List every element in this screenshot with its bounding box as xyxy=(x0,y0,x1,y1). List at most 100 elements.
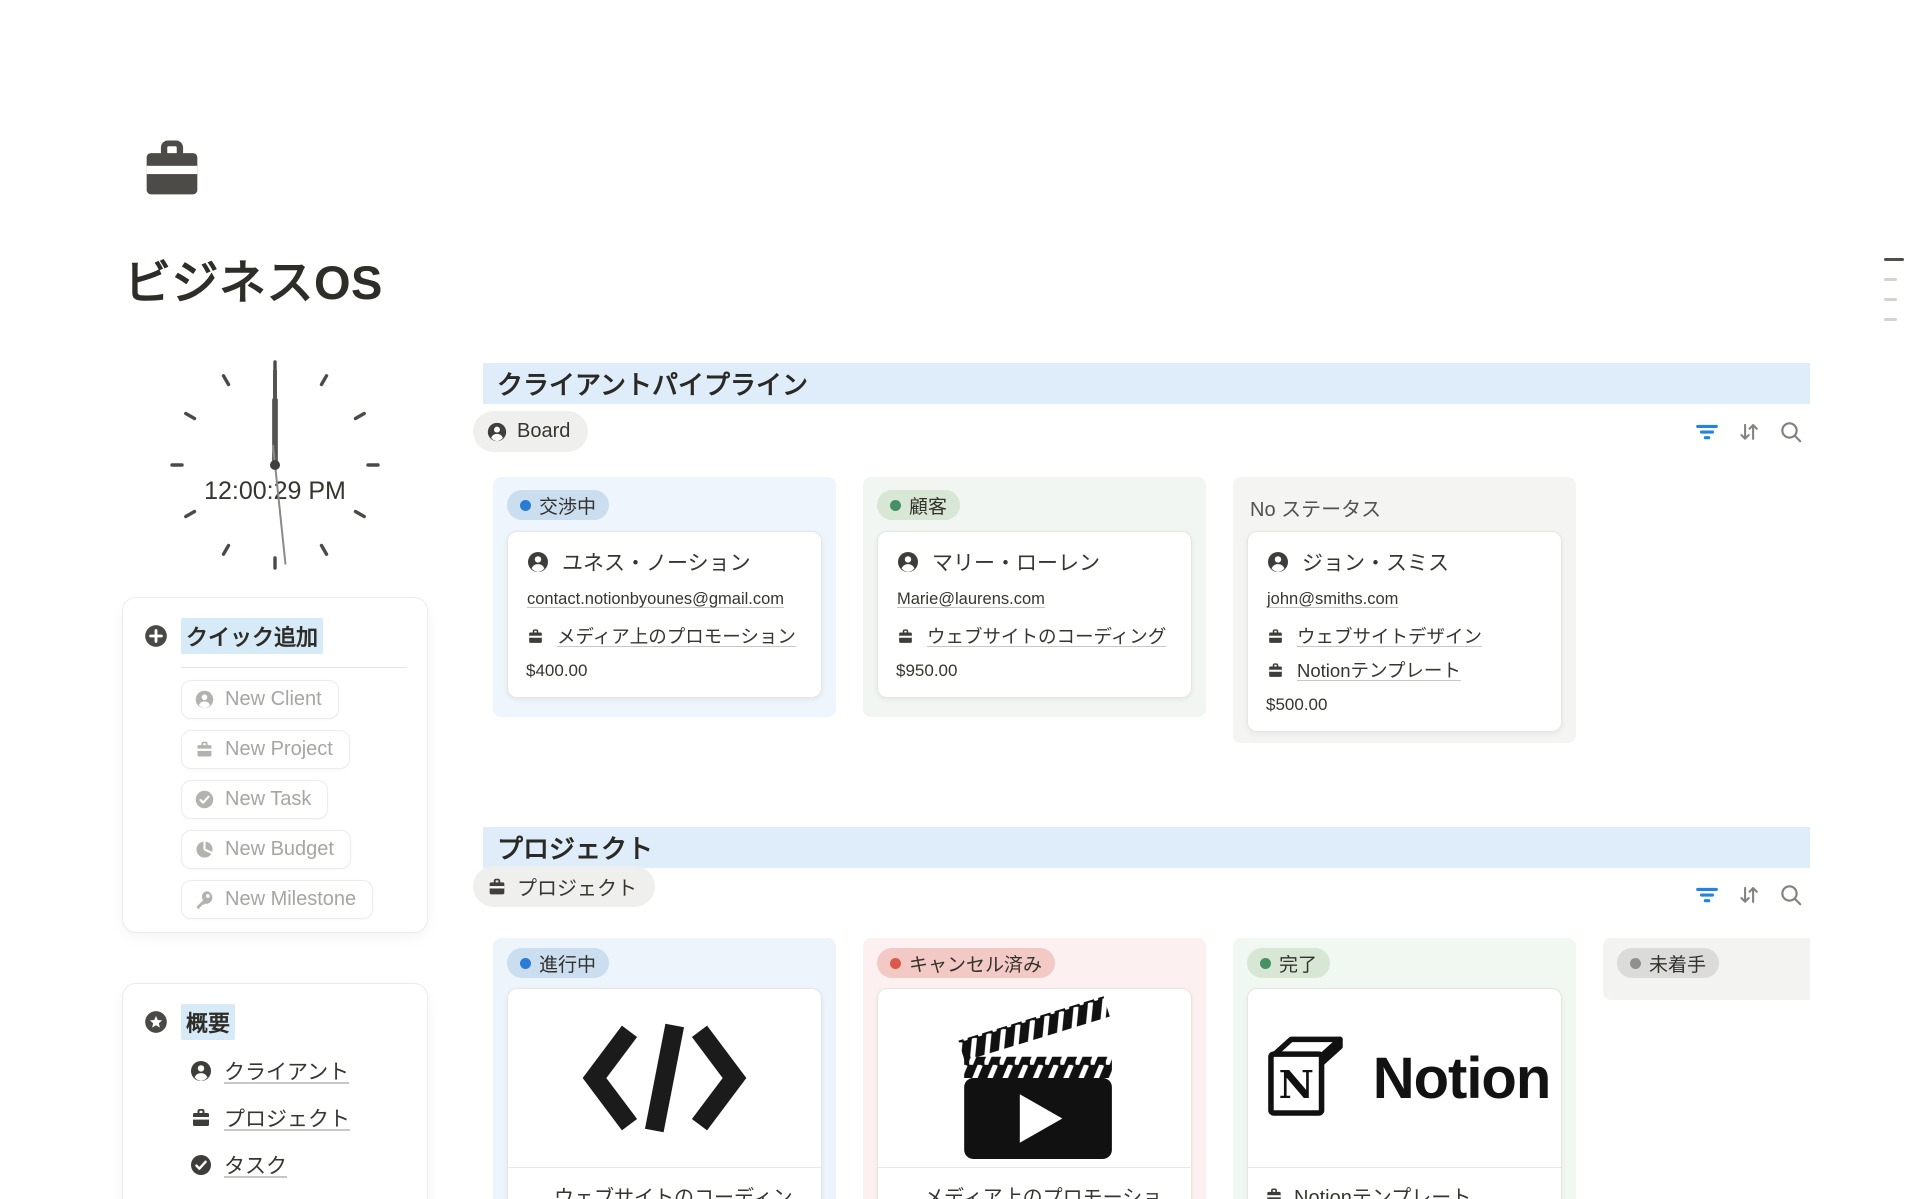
person-icon xyxy=(189,1059,213,1083)
briefcase-icon xyxy=(189,1106,213,1130)
filter-icon[interactable] xyxy=(1694,882,1720,908)
sort-arrows-icon[interactable] xyxy=(1736,419,1762,445)
client-name[interactable]: ジョン・スミス xyxy=(1302,547,1449,577)
svg-text:N: N xyxy=(1278,1063,1313,1108)
client-project-link[interactable]: ウェブサイトのコーディング xyxy=(896,623,1173,649)
status-dot xyxy=(520,958,531,969)
project-card[interactable]: メディア上のプロモーション xyxy=(877,988,1192,1199)
section-heading-pipeline: クライアントパイプライン xyxy=(483,363,1810,404)
board-column-customer: 顧客 マリー・ローレン Marie@laurens.com ウェブサイトのコーデ… xyxy=(863,477,1206,717)
check-circle-icon xyxy=(189,1153,213,1177)
new-client-button[interactable]: New Client xyxy=(181,680,339,719)
overview-title: 概要 xyxy=(181,1004,235,1040)
status-header[interactable]: No ステータス xyxy=(1250,493,1381,522)
client-project-link[interactable]: メディア上のプロモーション xyxy=(526,623,803,649)
plus-circle-icon xyxy=(143,623,169,649)
briefcase-icon xyxy=(1266,627,1285,646)
project-card[interactable]: N Notion Notionテンプレート xyxy=(1247,988,1562,1199)
briefcase-icon xyxy=(194,739,215,760)
client-amount: $950.00 xyxy=(896,661,1173,681)
star-circle-icon xyxy=(143,1009,169,1035)
search-icon[interactable] xyxy=(1778,882,1804,908)
person-icon xyxy=(194,689,215,710)
client-card[interactable]: マリー・ローレン Marie@laurens.com ウェブサイトのコーディング… xyxy=(877,531,1192,698)
status-dot xyxy=(520,500,531,511)
status-pill[interactable]: 交渉中 xyxy=(507,490,609,520)
status-pill[interactable]: キャンセル済み xyxy=(877,948,1055,978)
overview-link-projects[interactable]: プロジェクト xyxy=(189,1103,407,1133)
status-dot xyxy=(1260,958,1271,969)
code-icon xyxy=(577,1016,752,1140)
client-email[interactable]: Marie@laurens.com xyxy=(897,590,1173,609)
new-milestone-button[interactable]: New Milestone xyxy=(181,880,373,919)
new-task-button[interactable]: New Task xyxy=(181,780,328,819)
board-column-cancelled: キャンセル済み xyxy=(863,938,1206,1199)
clock-time-label: 12:00:29 PM xyxy=(204,477,346,505)
overview-link-clients[interactable]: クライアント xyxy=(189,1056,407,1086)
sort-arrows-icon[interactable] xyxy=(1736,882,1762,908)
client-name[interactable]: ユネス・ノーション xyxy=(562,547,751,577)
toc-line xyxy=(1884,258,1904,261)
toc-line xyxy=(1884,318,1897,321)
briefcase-icon xyxy=(1264,1186,1284,1199)
person-icon xyxy=(526,550,550,574)
client-card[interactable]: ジョン・スミス john@smiths.com ウェブサイトデザイン Notio… xyxy=(1247,531,1562,732)
project-card[interactable]: ウェブサイトのコーディング xyxy=(507,988,822,1199)
new-project-button[interactable]: New Project xyxy=(181,730,350,769)
new-budget-button[interactable]: New Budget xyxy=(181,830,351,869)
briefcase-icon xyxy=(526,627,545,646)
status-pill[interactable]: 顧客 xyxy=(877,490,960,520)
client-amount: $400.00 xyxy=(526,661,803,681)
person-icon xyxy=(1266,550,1290,574)
status-dot xyxy=(890,958,901,969)
view-tab-projects[interactable]: プロジェクト xyxy=(473,866,655,907)
clapperboard-play-icon xyxy=(950,992,1120,1164)
table-of-contents[interactable] xyxy=(1884,258,1908,338)
notion-logo-icon: N xyxy=(1259,1027,1351,1129)
briefcase-page-icon xyxy=(134,130,210,208)
toc-line xyxy=(1884,298,1897,301)
status-pill[interactable]: 進行中 xyxy=(507,948,609,978)
divider xyxy=(181,667,407,668)
client-amount: $500.00 xyxy=(1266,695,1543,715)
analog-clock-widget: 12:00:29 PM xyxy=(165,355,385,575)
board-toolbar xyxy=(1694,882,1814,908)
board-column-not-started: 未着手 xyxy=(1603,938,1810,1000)
notion-page: ビジネスOS 12:00:29 PM xyxy=(0,0,1920,1199)
section-heading-projects: プロジェクト xyxy=(483,827,1810,868)
project-link[interactable]: ウェブサイトのコーディング xyxy=(508,1167,821,1199)
client-email[interactable]: contact.notionbyounes@gmail.com xyxy=(527,590,803,609)
check-circle-icon xyxy=(194,789,215,810)
board-toolbar xyxy=(1694,419,1814,445)
pipeline-board: 交渉中 ユネス・ノーション contact.notionbyounes@gmai… xyxy=(483,477,1810,757)
status-pill[interactable]: 未着手 xyxy=(1617,948,1719,978)
board-column-no-status: No ステータス ジョン・スミス john@smiths.com ウェブサイトデ… xyxy=(1233,477,1576,743)
client-card[interactable]: ユネス・ノーション contact.notionbyounes@gmail.co… xyxy=(507,531,822,698)
project-cover-image xyxy=(508,989,821,1167)
quick-add-section: クイック追加 New Client New Project New Task N… xyxy=(122,597,428,933)
overview-link-tasks[interactable]: タスク xyxy=(189,1150,407,1180)
briefcase-icon xyxy=(486,876,508,898)
person-icon xyxy=(486,421,508,443)
client-email[interactable]: john@smiths.com xyxy=(1267,590,1543,609)
project-link[interactable]: Notionテンプレート xyxy=(1248,1167,1561,1199)
search-icon[interactable] xyxy=(1778,419,1804,445)
project-link[interactable]: メディア上のプロモーション xyxy=(878,1167,1191,1199)
notion-wordmark: Notion xyxy=(1373,1045,1551,1112)
project-cover-image: N Notion xyxy=(1248,989,1561,1167)
board-column-negotiating: 交渉中 ユネス・ノーション contact.notionbyounes@gmai… xyxy=(493,477,836,717)
view-tab-board[interactable]: Board xyxy=(473,411,588,452)
briefcase-icon xyxy=(1266,661,1285,680)
toc-line xyxy=(1884,278,1897,281)
person-icon xyxy=(896,550,920,574)
client-project-link[interactable]: ウェブサイトデザイン xyxy=(1266,623,1543,649)
briefcase-icon xyxy=(896,627,915,646)
client-project-link[interactable]: Notionテンプレート xyxy=(1266,657,1543,683)
status-pill[interactable]: 完了 xyxy=(1247,948,1330,978)
board-column-in-progress: 進行中 ウェブサイトのコーディング xyxy=(493,938,836,1199)
filter-icon[interactable] xyxy=(1694,419,1720,445)
overview-section: 概要 クライアント プロジェクト タスク 財務トラッカー xyxy=(122,983,428,1199)
projects-board: 進行中 ウェブサイトのコーディング xyxy=(483,938,1810,1199)
client-name[interactable]: マリー・ローレン xyxy=(932,547,1100,577)
pie-chart-icon xyxy=(194,839,215,860)
